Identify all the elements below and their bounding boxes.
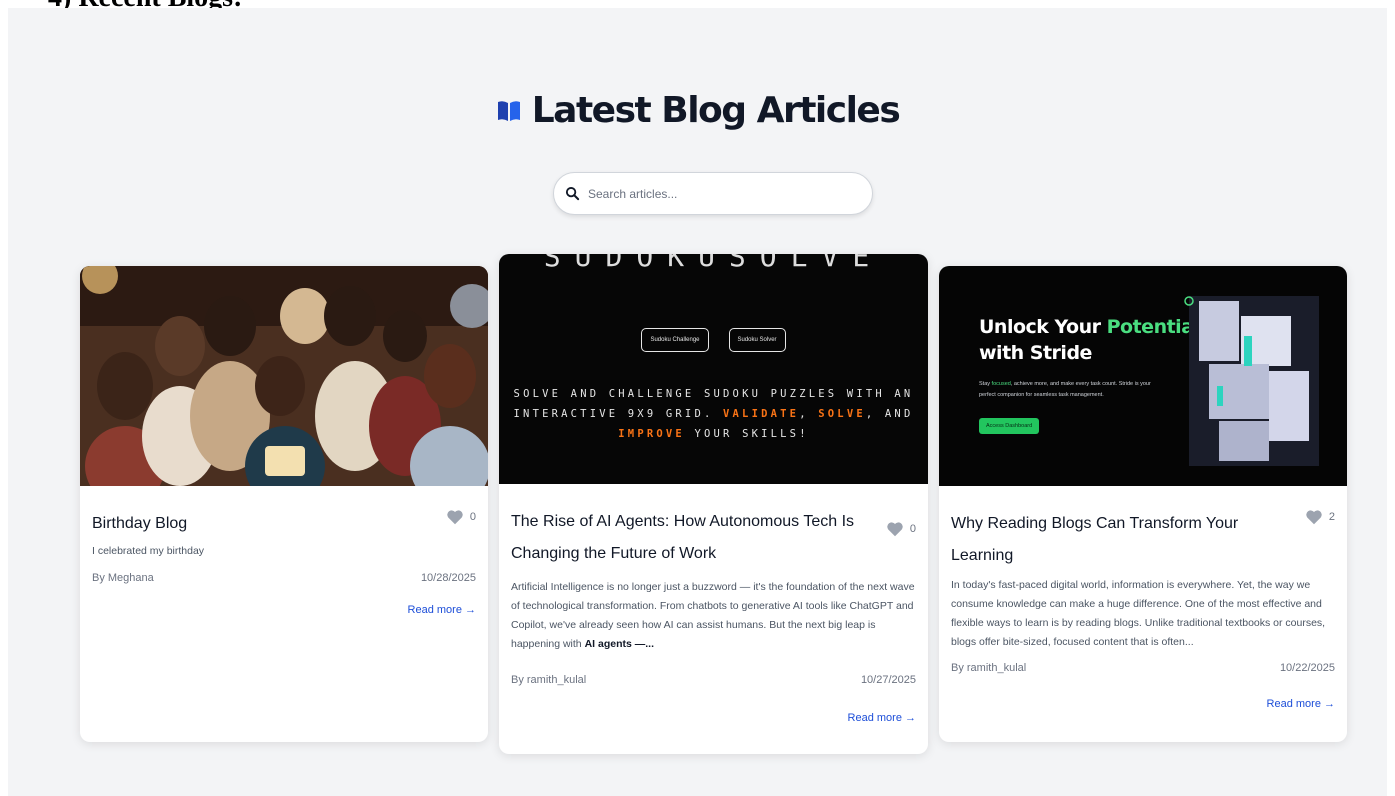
tagline-line2: INTERACTIVE 9X9 GRID.	[513, 408, 724, 420]
card-date: 10/27/2025	[860, 674, 916, 686]
heart-icon	[887, 522, 903, 537]
card-excerpt: I celebrated my birthday	[92, 545, 205, 557]
read-more-link[interactable]: Read more →	[511, 712, 916, 724]
excerpt-bold: AI agents —...	[584, 638, 654, 650]
card-title[interactable]: Birthday Blog	[92, 508, 476, 540]
card-title[interactable]: Why Reading Blogs Can Transform Your Lea…	[951, 508, 1335, 572]
sudoku-image-buttons: Sudoku Challenge Sudoku Solver	[499, 328, 928, 352]
card-image	[80, 266, 488, 486]
tagline-improve: IMPROVE	[618, 428, 685, 440]
blog-card[interactable]: SUDOKUSOLVE Sudoku Challenge Sudoku Solv…	[499, 254, 928, 754]
birthday-party-image	[80, 266, 488, 486]
open-book-icon	[497, 100, 520, 121]
card-author: By Meghana	[92, 572, 154, 584]
card-title[interactable]: The Rise of AI Agents: How Autonomous Te…	[511, 506, 916, 570]
stride-cta: Access Dashboard	[979, 418, 1040, 434]
blog-card[interactable]: Unlock Your Potential with Stride Stay f…	[939, 266, 1347, 742]
card-author: By ramith_kulal	[951, 662, 1027, 674]
tagline-line1: SOLVE AND CHALLENGE SUDOKU PUZZLES WITH …	[513, 388, 914, 400]
card-meta: By Meghana 10/28/2025	[92, 572, 476, 584]
card-image: SUDOKUSOLVE Sudoku Challenge Sudoku Solv…	[499, 254, 928, 484]
like-count: 2	[1328, 511, 1335, 523]
sudoku-challenge-label: Sudoku Challenge	[641, 328, 709, 352]
card-meta: By ramith_kulal 10/22/2025	[951, 662, 1335, 674]
like-button[interactable]: 0	[446, 508, 476, 526]
stride-headline-a: Unlock Your	[979, 316, 1107, 338]
stride-headline-c: with Stride	[979, 342, 1092, 364]
like-button[interactable]: 0	[886, 520, 916, 538]
read-more-link[interactable]: Read more →	[92, 604, 476, 616]
card-author: By ramith_kulal	[511, 674, 587, 686]
like-count: 0	[469, 511, 476, 523]
card-meta: By ramith_kulal 10/27/2025	[511, 674, 916, 686]
stride-body-a: Stay	[979, 381, 992, 387]
page-title-text: Latest Blog Articles	[531, 90, 901, 131]
card-date: 10/22/2025	[1279, 662, 1335, 674]
excerpt-text: Artificial Intelligence is no longer jus…	[511, 581, 915, 650]
stride-headline: Unlock Your Potential with Stride	[979, 314, 1200, 366]
search-box[interactable]	[553, 172, 873, 215]
card-image: Unlock Your Potential with Stride Stay f…	[939, 266, 1347, 486]
card-date: 10/28/2025	[420, 572, 476, 584]
search-input[interactable]	[588, 186, 848, 201]
sudoku-solver-label: Sudoku Solver	[728, 328, 786, 352]
tagline-solve: SOLVE	[818, 408, 866, 420]
tagline-skills: YOUR SKILLS!	[684, 428, 809, 440]
search-icon	[565, 186, 580, 201]
read-more-link[interactable]: Read more →	[951, 698, 1335, 710]
tagline-validate: VALIDATE	[723, 408, 800, 420]
heart-icon	[447, 510, 463, 525]
page-title: Latest Blog Articles	[8, 90, 1387, 131]
card-excerpt: Artificial Intelligence is no longer jus…	[511, 578, 916, 654]
sudoku-tagline: SOLVE AND CHALLENGE SUDOKU PUZZLES WITH …	[499, 384, 928, 444]
stride-3d-illustration	[1184, 296, 1319, 466]
like-count: 0	[909, 523, 916, 535]
blog-card[interactable]: Birthday Blog 0 I celebrated my birthday…	[80, 266, 488, 742]
tagline-and: , AND	[865, 408, 914, 420]
like-button[interactable]: 2	[1305, 508, 1335, 526]
sudoku-logo: SUDOKUSOLVE	[543, 254, 884, 273]
heart-icon	[1306, 510, 1322, 525]
card-excerpt: In today's fast-paced digital world, inf…	[951, 579, 1326, 648]
tagline-comma: ,	[799, 408, 819, 420]
stride-body-b: focused	[991, 381, 1011, 387]
stride-body: Stay focused, achieve more, and make eve…	[979, 379, 1169, 401]
blog-section: Latest Blog Articles Search articles... …	[8, 8, 1387, 796]
